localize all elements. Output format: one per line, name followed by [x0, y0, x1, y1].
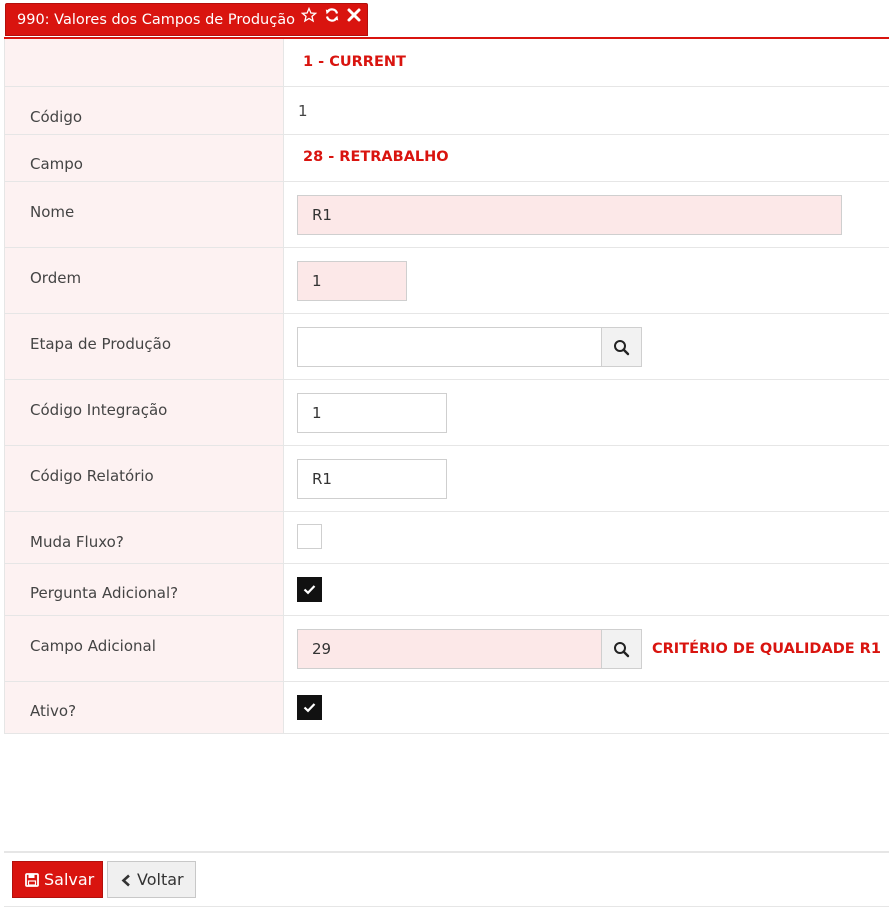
tab-valores-campos-producao[interactable]: 990: Valores dos Campos de Produção — [5, 3, 368, 36]
check-icon — [303, 585, 316, 595]
ativo-label: Ativo? — [30, 702, 77, 720]
close-icon[interactable] — [346, 7, 362, 23]
etapa-lookup-button[interactable] — [601, 327, 642, 367]
muda-fluxo-label: Muda Fluxo? — [30, 533, 124, 551]
row-codigo: Código 1 — [4, 87, 889, 135]
search-icon — [614, 340, 630, 356]
ordem-label: Ordem — [30, 269, 82, 287]
floppy-icon — [25, 873, 39, 887]
record-form: 1 - CURRENT Código 1 Campo 28 - RETRABAL… — [4, 39, 889, 734]
campo-value: 28 - RETRABALHO — [303, 149, 449, 165]
campo-adicional-label: Campo Adicional — [30, 637, 156, 655]
header-value: 1 - CURRENT — [303, 54, 406, 70]
codigo-integracao-input[interactable]: 1 — [297, 393, 447, 433]
row-muda-fluxo: Muda Fluxo? — [4, 512, 889, 564]
save-button-label: Salvar — [44, 870, 95, 889]
campo-adicional-description: CRITÉRIO DE QUALIDADE R1 — [652, 641, 881, 657]
campo-adicional-input[interactable]: 29 — [297, 629, 602, 669]
muda-fluxo-checkbox[interactable] — [297, 524, 322, 549]
etapa-label: Etapa de Produção — [30, 335, 171, 353]
row-ativo: Ativo? — [4, 682, 889, 734]
codigo-label: Código — [30, 108, 83, 126]
row-header: 1 - CURRENT — [4, 39, 889, 87]
ordem-input[interactable]: 1 — [297, 261, 407, 301]
back-button-label: Voltar — [137, 870, 184, 889]
row-codigo-integracao: Código Integração 1 — [4, 380, 889, 446]
ativo-checkbox[interactable] — [297, 695, 322, 720]
row-codigo-relatorio: Código Relatório R1 — [4, 446, 889, 512]
pergunta-adicional-checkbox[interactable] — [297, 577, 322, 602]
row-ordem: Ordem 1 — [4, 248, 889, 314]
etapa-input[interactable] — [297, 327, 602, 367]
pergunta-adicional-label: Pergunta Adicional? — [30, 584, 179, 602]
row-nome: Nome R1 — [4, 182, 889, 248]
codigo-relatorio-input[interactable]: R1 — [297, 459, 447, 499]
codigo-integracao-label: Código Integração — [30, 401, 168, 419]
campo-label: Campo — [30, 155, 83, 173]
refresh-icon[interactable] — [324, 7, 340, 23]
row-etapa: Etapa de Produção — [4, 314, 889, 380]
row-campo: Campo 28 - RETRABALHO — [4, 135, 889, 182]
check-icon — [303, 703, 316, 713]
chevron-left-icon — [121, 874, 130, 887]
codigo-value: 1 — [298, 102, 308, 120]
row-pergunta-adicional: Pergunta Adicional? — [4, 564, 889, 616]
campo-adicional-lookup-button[interactable] — [601, 629, 642, 669]
back-button[interactable]: Voltar — [107, 861, 196, 898]
codigo-relatorio-label: Código Relatório — [30, 467, 154, 485]
save-button[interactable]: Salvar — [12, 861, 103, 898]
star-icon[interactable] — [301, 7, 317, 23]
row-campo-adicional: Campo Adicional 29 CRITÉRIO DE QUALIDADE… — [4, 616, 889, 682]
nome-input[interactable]: R1 — [297, 195, 842, 235]
tab-bar: 990: Valores dos Campos de Produção — [0, 0, 889, 39]
tab-title: 990: Valores dos Campos de Produção — [17, 12, 295, 28]
search-icon — [614, 642, 630, 658]
row-header-label-cell — [4, 39, 284, 86]
form-footer: Salvar Voltar — [4, 851, 889, 907]
nome-label: Nome — [30, 203, 75, 221]
